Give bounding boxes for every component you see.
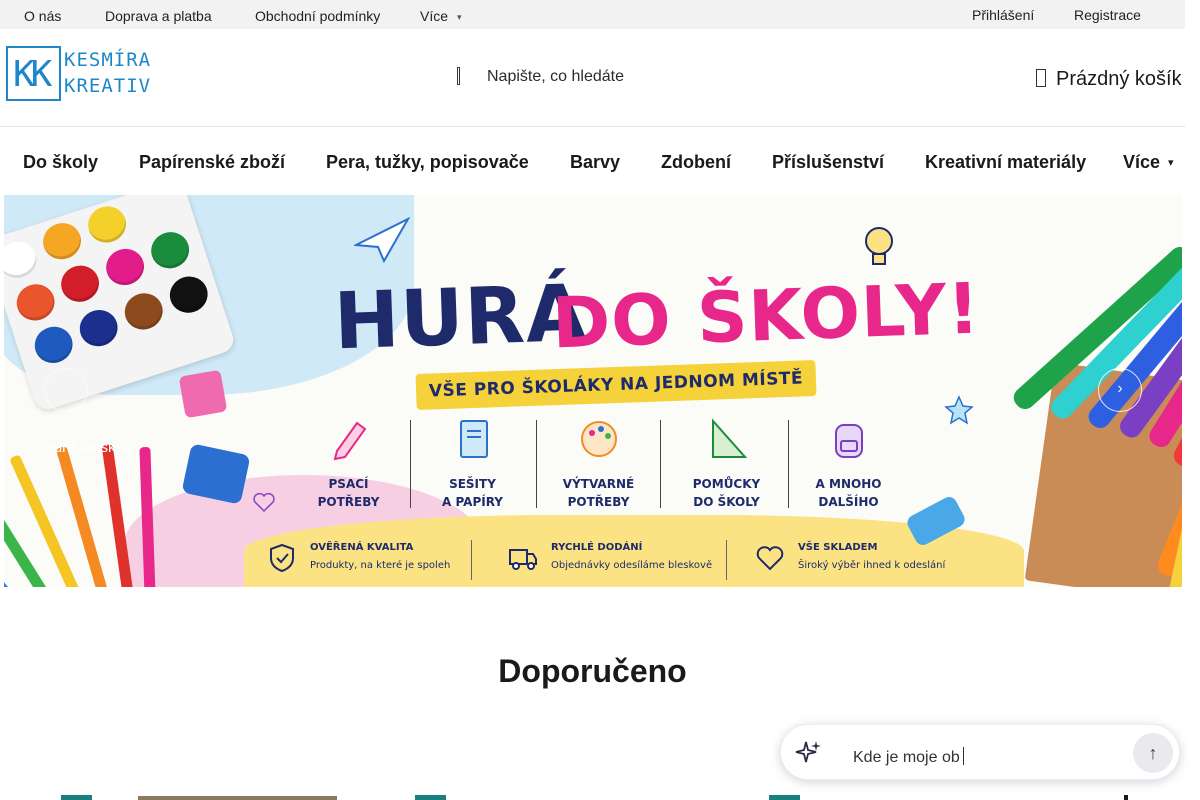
tile-label: A MNOHO (815, 477, 882, 491)
product-badge (61, 795, 92, 800)
cart-icon (1036, 69, 1046, 87)
top-more-dropdown[interactable]: Více ▾ (420, 8, 462, 24)
divider (726, 540, 727, 580)
product-thumbnail[interactable] (138, 796, 337, 800)
register-link[interactable]: Registrace (1074, 7, 1141, 23)
tile-label: POTŘEBY (317, 495, 380, 509)
chevron-down-icon: ▾ (1168, 157, 1174, 169)
assistant-chat-input[interactable]: Kde je moje ob ↑ (780, 724, 1180, 780)
logo[interactable]: KK KESMÍRA KREATIV (6, 46, 162, 101)
top-more-label: Více (420, 8, 449, 24)
product-card-edge (1124, 795, 1128, 800)
notebook-icon (459, 420, 488, 458)
login-link[interactable]: Přihlášení (972, 7, 1034, 23)
category-papirenske-zbozi[interactable]: Papírenské zboží (139, 152, 285, 173)
chat-typed-text: Kde je moje ob (853, 749, 960, 766)
chevron-right-icon: › (1117, 380, 1123, 397)
hero-banner[interactable]: HURÁ DO ŠKOLY! VŠE PRO ŠKOLÁKY NA JEDNOM… (4, 195, 1182, 587)
star-icon (944, 395, 974, 425)
category-kreativni-materialy[interactable]: Kreativní materiály (925, 152, 1086, 173)
category-prislusenstvi[interactable]: Příslušenství (772, 152, 884, 173)
category-nav: Do školy Papírenské zboží Pera, tužky, p… (0, 127, 1185, 195)
tile-label: POMŮCKY (692, 477, 761, 491)
feature-subtitle: Objednávky odesíláme bleskově (551, 560, 713, 571)
category-more-label: Více (1123, 152, 1161, 172)
divider (471, 540, 472, 580)
top-bar: O nás Doprava a platba Obchodní podmínky… (0, 0, 1185, 29)
banner-caption-link[interactable]: Hurá do školy (43, 439, 135, 456)
feature-subtitle: Široký výběr ihned k odeslání (798, 560, 946, 571)
tile-label: DO ŠKOLY (693, 495, 760, 509)
chevron-down-icon: ▾ (457, 12, 462, 22)
logo-word-1: KESMÍRA (64, 49, 152, 71)
lightbulb-icon (865, 227, 893, 265)
banner-tile-writing: PSACÍ POTŘEBY (286, 417, 411, 512)
feature-title: VŠE SKLADEM (798, 542, 878, 553)
feature-delivery: RYCHLÉ DODÁNÍ Objednávky odesíláme blesk… (507, 538, 727, 582)
recommended-title: Doporučeno (498, 653, 687, 689)
logo-word-2: KREATIV (64, 75, 152, 97)
backpack-icon (834, 424, 863, 458)
tile-label: A PAPÍRY (442, 495, 503, 509)
banner-next-button[interactable]: › (1098, 368, 1142, 412)
category-do-skoly[interactable]: Do školy (23, 152, 98, 173)
paper-plane-icon (354, 217, 410, 263)
arrow-up-icon: ↑ (1148, 743, 1158, 763)
cart-label: Prázdný košík (1056, 68, 1182, 90)
terms-link[interactable]: Obchodní podmínky (255, 8, 380, 24)
feature-title: OVĚŘENÁ KVALITA (310, 542, 414, 553)
logo-initials: KK (13, 54, 52, 95)
product-badge (415, 795, 446, 800)
banner-title-part-2: DO ŠKOLY! (550, 267, 982, 365)
banner-tile-school-aids: POMŮCKY DO ŠKOLY (664, 417, 789, 512)
logo-mark: KK (6, 46, 61, 101)
truck-icon (509, 549, 537, 570)
feature-title: RYCHLÉ DODÁNÍ (551, 542, 643, 553)
tile-label: POTŘEBY (567, 495, 630, 509)
about-link[interactable]: O nás (24, 8, 61, 24)
feature-subtitle: Produkty, na které je spoleh (310, 560, 451, 571)
cart-button[interactable]: Prázdný košík (1036, 63, 1186, 93)
eraser-image (178, 369, 228, 419)
category-pera-tuzky[interactable]: Pera, tužky, popisovače (326, 152, 529, 173)
sparkles-icon (795, 741, 821, 763)
send-button[interactable]: ↑ (1133, 733, 1173, 773)
shield-check-icon (270, 543, 294, 573)
text-caret (962, 747, 964, 765)
feature-quality: OVĚŘENÁ KVALITA Produkty, na které je sp… (266, 538, 466, 582)
search-input[interactable]: Napište, co hledáte (452, 63, 782, 91)
search-icon (454, 67, 468, 85)
tile-label: SEŠITY (449, 477, 496, 491)
shipping-link[interactable]: Doprava a platba (105, 8, 212, 24)
header: KK KESMÍRA KREATIV Napište, co hledáte P… (0, 29, 1185, 127)
category-more-dropdown[interactable]: Více ▾ (1123, 152, 1174, 173)
banner-prev-button[interactable] (44, 368, 88, 412)
heart-icon (253, 492, 275, 513)
category-barvy[interactable]: Barvy (570, 152, 620, 173)
banner-ribbon-text: VŠE PRO ŠKOLÁKY NA JEDNOM MÍSTĚ (428, 368, 804, 402)
tile-label: VÝTVARNÉ (562, 477, 635, 491)
palette-icon (580, 421, 617, 457)
product-badge (769, 795, 800, 800)
ruler-triangle-icon (711, 418, 747, 458)
category-zdobeni[interactable]: Zdobení (661, 152, 731, 173)
banner-tile-art: VÝTVARNÉ POTŘEBY (536, 417, 661, 512)
pencil-icon (333, 421, 366, 461)
banner-ribbon: VŠE PRO ŠKOLÁKY NA JEDNOM MÍSTĚ (415, 360, 817, 410)
search-placeholder: Napište, co hledáte (487, 68, 624, 85)
divider (660, 420, 661, 508)
banner-tile-more: A MNOHO DALŠÍHO (786, 417, 911, 512)
feature-in-stock: VŠE SKLADEM Široký výběr ihned k odeslán… (754, 538, 974, 582)
banner-tile-notebooks: SEŠITY A PAPÍRY (410, 417, 535, 512)
heart-icon (756, 546, 784, 571)
tile-label: DALŠÍHO (818, 495, 879, 509)
tile-label: PSACÍ (328, 477, 369, 491)
